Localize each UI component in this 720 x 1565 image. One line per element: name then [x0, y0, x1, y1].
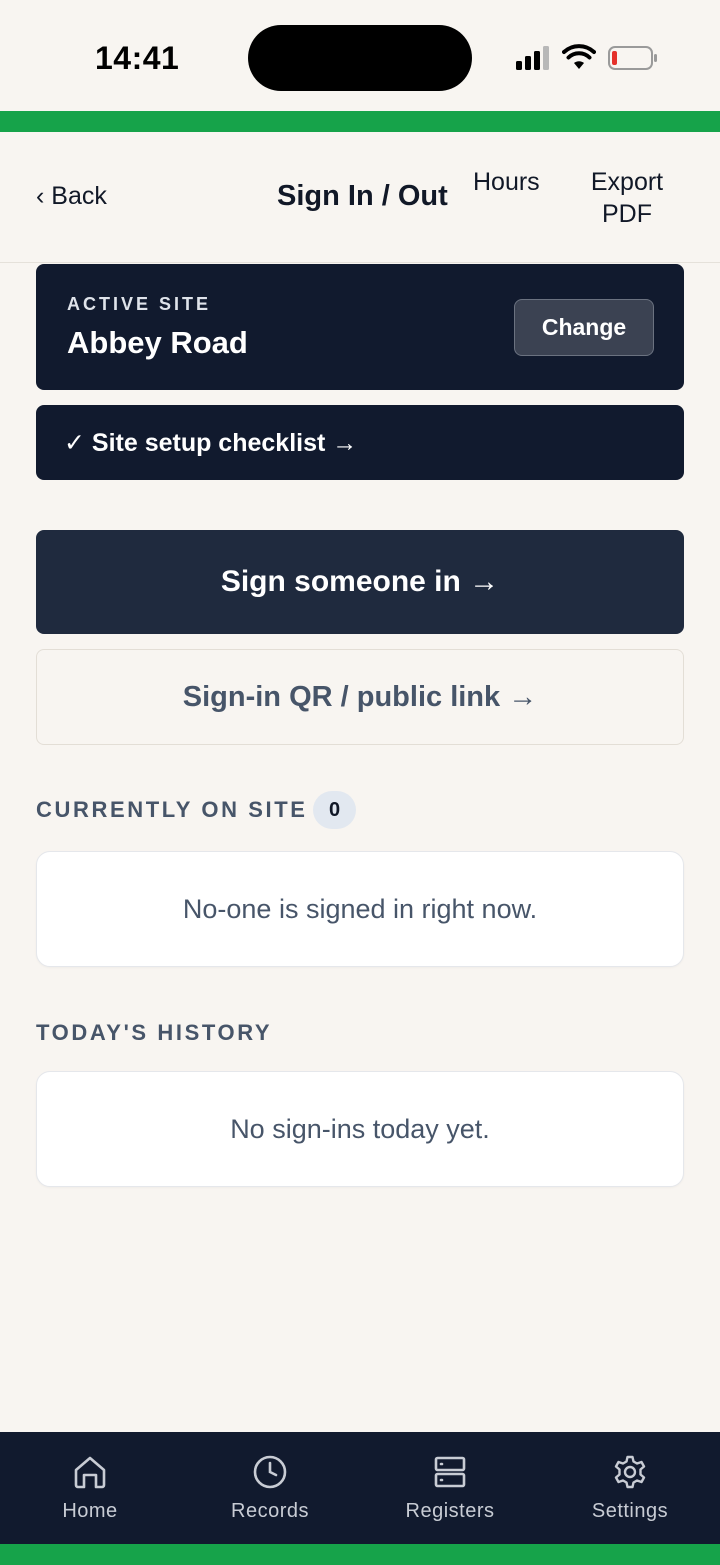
- active-site-label: ACTIVE SITE: [67, 294, 212, 314]
- todays-history-heading: TODAY'S HISTORY: [36, 1020, 273, 1045]
- home-icon: [74, 1456, 106, 1489]
- top-accent-bar: [0, 111, 720, 132]
- back-button[interactable]: ‹ Back: [36, 182, 107, 211]
- nav-label-settings: Settings: [591, 1500, 669, 1522]
- status-time: 14:41: [95, 40, 180, 76]
- hours-button[interactable]: Hours: [473, 168, 540, 197]
- currently-on-site-heading: CURRENTLY ON SITE: [36, 797, 308, 822]
- nav-label-registers: Registers: [405, 1500, 495, 1522]
- nav-label-home: Home: [62, 1500, 118, 1522]
- nav-label-records: Records: [231, 1500, 309, 1522]
- battery-icon: [608, 46, 657, 70]
- sign-someone-in-button[interactable]: Sign someone in →: [36, 530, 684, 634]
- page-header: ‹ Back Sign In / Out Hours Export PDF: [0, 132, 720, 263]
- export-pdf-button[interactable]: Export PDF: [580, 166, 674, 230]
- server-icon: [434, 1456, 466, 1488]
- gear-icon: [614, 1455, 646, 1489]
- bottom-nav: Home Records Registers Settings: [0, 1432, 720, 1544]
- nav-item-registers[interactable]: Registers: [360, 1432, 540, 1544]
- todays-history-empty-state: No sign-ins today yet.: [36, 1071, 684, 1187]
- nav-item-settings[interactable]: Settings: [540, 1432, 720, 1544]
- status-bar: 14:41: [0, 0, 720, 111]
- dynamic-island: [248, 25, 472, 91]
- signal-icon: [516, 46, 552, 70]
- on-site-count-badge: 0: [313, 791, 356, 829]
- active-site-card: ACTIVE SITE Abbey Road Change: [36, 264, 684, 390]
- change-site-button[interactable]: Change: [514, 299, 654, 356]
- nav-item-records[interactable]: Records: [180, 1432, 360, 1544]
- page-title: Sign In / Out: [277, 180, 448, 212]
- bottom-accent-bar: [0, 1544, 720, 1565]
- wifi-icon: [562, 44, 596, 69]
- nav-item-home[interactable]: Home: [0, 1432, 180, 1544]
- sign-in-qr-link-button[interactable]: Sign-in QR / public link →: [36, 649, 684, 745]
- currently-on-site-empty-state: No-one is signed in right now.: [36, 851, 684, 967]
- site-setup-checklist-button[interactable]: ✓ Site setup checklist →: [36, 405, 684, 480]
- clock-icon: [253, 1455, 287, 1489]
- active-site-name: Abbey Road: [67, 325, 248, 360]
